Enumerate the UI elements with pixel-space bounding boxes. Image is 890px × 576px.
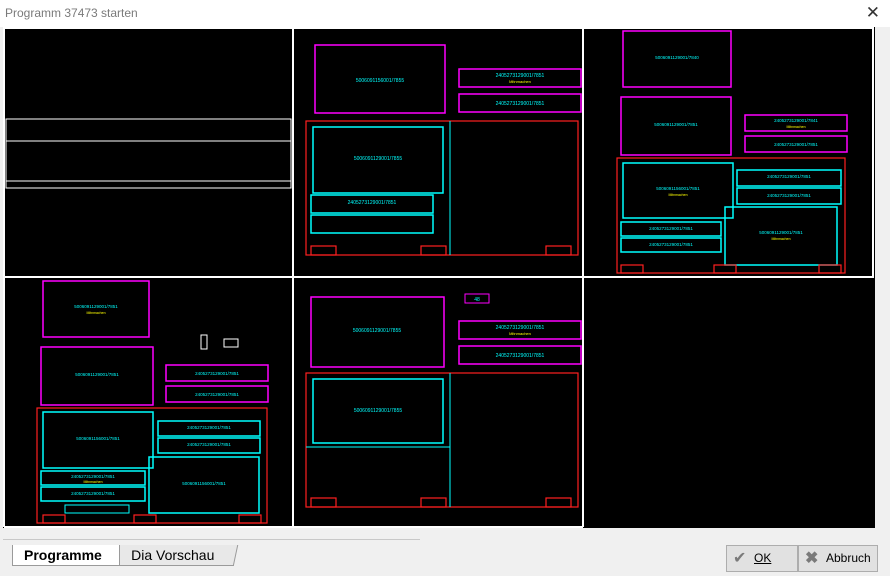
slide-5-label: 5006091129001/7855	[353, 328, 402, 334]
slide-4-label: 2405273129001/7851	[71, 491, 115, 496]
slide-3-label: 2405273129001/7851	[649, 242, 693, 247]
slide-3-label: 5006091156001/7851	[656, 186, 700, 191]
slide-4-label: Mitnmachen	[83, 480, 102, 484]
slide-5[interactable]: 48 5006091129001/7855 2405273129001/7851…	[305, 293, 582, 508]
slide-4-label: 2405273129001/7851	[195, 392, 239, 397]
slide-4-label: 2405273129001/7851	[71, 474, 115, 479]
slide-4-label: 2405273129001/7851	[195, 371, 239, 376]
slide-4[interactable]: 5006091129001/7851 Mitnmachen 5006091129…	[36, 280, 269, 524]
slide-3-label: 5006091129001/7851	[654, 122, 698, 127]
cancel-label: Abbruch	[826, 551, 871, 565]
slide-2-label: Mitnmachen	[509, 79, 531, 84]
slide-4-label: 2405273129001/7851	[187, 442, 231, 447]
slide-2-label: 5006091156001/7855	[356, 78, 405, 84]
slide-3-label: 2405273129001/7841	[774, 118, 818, 123]
check-icon: ✔	[733, 550, 747, 567]
slide-5-label: 48	[474, 297, 480, 303]
slide-3-label: 2405273129001/7851	[774, 142, 818, 147]
ok-label: OK	[754, 551, 772, 565]
slide-preview-area: 5006091156001/7855 2405273129001/7851 Mi…	[3, 27, 875, 528]
slide-4-label: Mitnmachen	[86, 311, 105, 315]
tab-label: Dia Vorschau	[131, 547, 215, 563]
slide-2-label: 5006091129001/7855	[354, 156, 403, 162]
slide-4-label: 5006091156001/7851	[76, 436, 120, 441]
slide-3-label: 2405273129001/7851	[767, 193, 811, 198]
slide-4-label: 5006091156001/7851	[182, 481, 226, 486]
slide-3-label: 2405273129001/7851	[767, 174, 811, 179]
slide-3-label: 2405273129001/7851	[649, 226, 693, 231]
cancel-button[interactable]: ✖ Abbruch	[798, 545, 878, 572]
slide-3-label: Mitnmachen	[771, 237, 790, 241]
slide-grid: 5006091156001/7855 2405273129001/7851 Mi…	[3, 27, 874, 528]
tab-label: Programme	[24, 547, 102, 563]
slide-2[interactable]: 5006091156001/7855 2405273129001/7851 Mi…	[305, 44, 582, 256]
slide-3-label: Mitnmachen	[668, 193, 687, 197]
close-icon[interactable]: ✕	[866, 3, 880, 23]
slide-2-label: 2405273129001/7851	[348, 200, 397, 206]
slide-4-label: 2405273129001/7851	[187, 425, 231, 430]
tab-programme[interactable]: Programme	[12, 545, 120, 566]
slide-5-label: 5006091129001/7855	[354, 408, 403, 414]
slide-5-label: Mitnmachen	[509, 331, 531, 336]
x-icon: ✖	[805, 550, 819, 567]
tab-divider	[3, 539, 420, 540]
window-title: Programm 37473 starten	[5, 6, 138, 20]
tab-dia-vorschau[interactable]: Dia Vorschau	[113, 545, 239, 566]
ok-button[interactable]: ✔ OK	[726, 545, 798, 572]
slide-1[interactable]	[5, 118, 292, 189]
bottom-bar: Dia Vorschau Programme ✔ OK ✖ Abbruch	[0, 529, 890, 576]
slide-4-label: 5006091129001/7851	[74, 304, 118, 309]
slide-3-label: 5006091129001/7851	[759, 230, 803, 235]
grid-lines	[3, 27, 874, 528]
slide-5-label: 2405273129001/7851	[496, 353, 545, 359]
slide-2-label: 2405273129001/7851	[496, 101, 545, 107]
slide-3[interactable]: 5006091129001/7840 5006091129001/7851 24…	[616, 30, 848, 274]
title-bar: Programm 37473 starten ✕	[0, 0, 890, 27]
slide-3-label: Mitnmachen	[786, 125, 805, 129]
slide-4-label: 5006091129001/7851	[75, 372, 119, 377]
slide-3-label: 5006091129001/7840	[655, 55, 699, 60]
